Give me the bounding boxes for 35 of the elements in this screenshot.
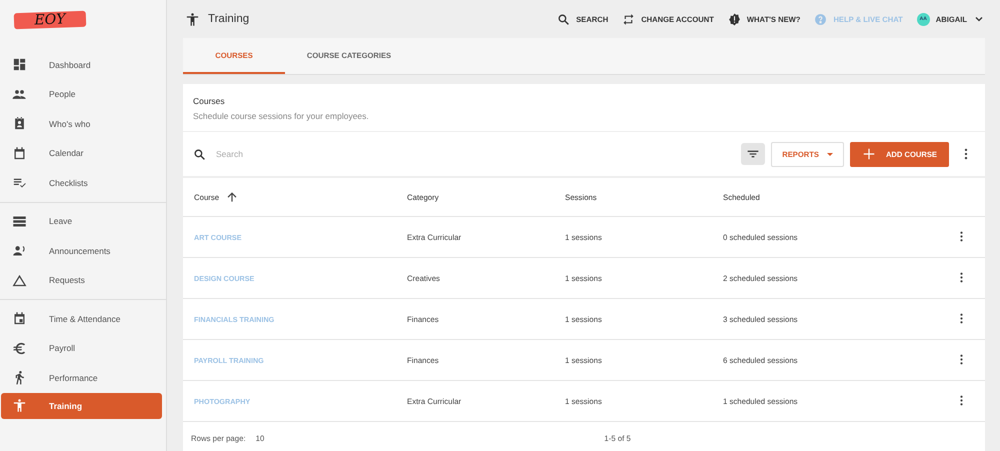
sidebar-item[interactable]: People [1,80,162,109]
sidebar-item[interactable]: Payroll [1,334,162,363]
sidebar-item[interactable]: Dashboard [1,50,162,80]
card-title: Courses [193,96,226,106]
search-icon [557,12,570,26]
person-icon [12,398,27,413]
sidebar-item[interactable]: Leave [1,206,162,236]
search-icon [193,148,206,160]
sidebar-item[interactable]: Calendar [1,138,162,168]
plus-icon [862,147,876,161]
sidebar-item[interactable]: Time & Attendance [1,304,162,334]
announcement-icon [12,243,27,258]
sidebar-item[interactable]: Who's who [1,109,162,138]
card-subtitle: Schedule course sessions for your employees. [193,111,370,121]
sidebar-item[interactable]: Announcements [1,236,162,266]
triangle-icon [12,272,27,288]
page-title: Training [208,13,250,25]
euro-icon [12,340,27,356]
filter-button[interactable] [741,143,766,165]
dashboard-icon [12,57,27,72]
leave-icon [12,214,27,229]
sidebar-item[interactable]: Performance [1,363,162,392]
logo[interactable]: EOY [14,10,86,30]
sort-up-arrow-icon[interactable] [225,190,240,204]
help-icon [814,12,828,26]
alert-badge-icon [728,12,741,26]
sidebar-item[interactable]: Requests [1,266,162,295]
contact-card-icon [12,116,27,132]
sidebar-item[interactable]: Training [1,392,162,418]
calendar-event-icon [12,311,27,326]
person-icon [185,12,200,26]
swap-arrows-icon [622,12,636,26]
caret-icon [826,152,833,156]
calendar-icon [12,146,27,161]
sidebar-item[interactable]: Checklists [1,168,162,198]
